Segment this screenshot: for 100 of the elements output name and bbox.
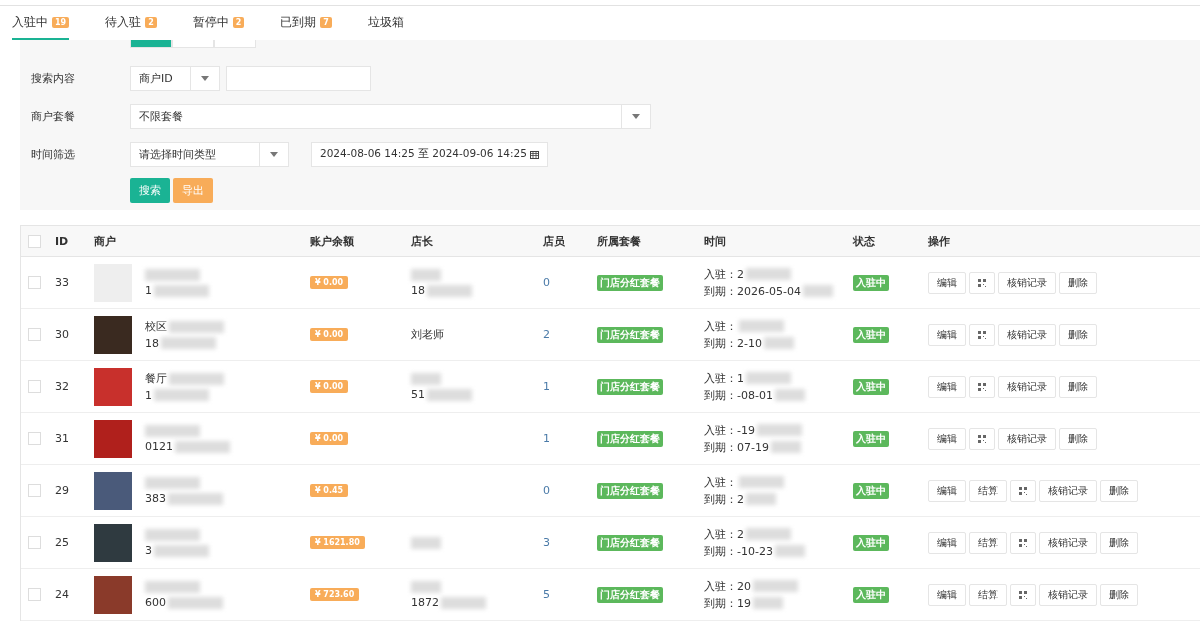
row-action-button[interactable]: 编辑 — [928, 375, 966, 398]
table-cell-text: 30 — [55, 328, 70, 341]
row-action-button[interactable]: 编辑 — [928, 531, 966, 554]
blurred-text — [763, 337, 794, 349]
blurred-text — [746, 528, 791, 540]
row-action-button[interactable]: 删除 — [1100, 531, 1138, 554]
row-action-button[interactable]: 核销记录 — [998, 375, 1056, 398]
balance-badge: ¥ 0.45 — [310, 484, 349, 497]
row-action-button[interactable]: 删除 — [1100, 583, 1138, 606]
staff-count[interactable]: 2 — [543, 328, 597, 341]
row-action-button[interactable]: 编辑 — [928, 479, 966, 502]
package-select[interactable]: 不限套餐 — [130, 103, 651, 129]
qr-code-button[interactable] — [1010, 531, 1036, 554]
blurred-text — [145, 476, 200, 489]
row-action-button[interactable]: 核销记录 — [1039, 583, 1097, 606]
date-range-field[interactable]: 2024-08-06 14:25 至 2024-09-06 14:25 — [311, 141, 548, 167]
row-checkbox[interactable] — [28, 484, 41, 497]
status-badge: 入驻中 — [853, 482, 889, 499]
staff-count[interactable]: 3 — [543, 536, 597, 549]
row-action-button[interactable]: 结算 — [969, 479, 1007, 502]
row-action-button[interactable]: 编辑 — [928, 323, 966, 346]
status-tab[interactable]: 已到期 7 — [280, 6, 332, 40]
status-tab[interactable]: 暂停中 2 — [192, 6, 245, 40]
photo-placeholder — [94, 523, 132, 562]
manager-name: 刘老师 — [411, 327, 445, 342]
status-badge: 入驻中 — [853, 586, 889, 603]
blurred-text — [746, 268, 791, 280]
staff-count[interactable]: 1 — [543, 380, 597, 393]
qr-code-button[interactable] — [969, 323, 995, 346]
search-field[interactable] — [226, 65, 371, 91]
row-action-button[interactable]: 编辑 — [928, 427, 966, 450]
row-checkbox[interactable] — [28, 536, 41, 549]
status-badge: 入驻中 — [853, 430, 889, 447]
package-badge: 门店分红套餐 — [597, 274, 663, 291]
package-badge: 门店分红套餐 — [597, 430, 663, 447]
manager-phone: 51 — [411, 388, 425, 401]
join-date: 入驻：-19 — [704, 422, 755, 438]
column-header: 店员 — [543, 233, 566, 249]
qr-code-icon — [978, 434, 986, 443]
staff-count[interactable]: 5 — [543, 588, 597, 601]
staff-count[interactable]: 1 — [543, 432, 597, 445]
qr-code-button[interactable] — [969, 271, 995, 294]
blurred-text — [411, 372, 441, 385]
staff-count[interactable]: 0 — [543, 276, 597, 289]
column-header: ID — [55, 234, 70, 248]
row-action-button[interactable]: 删除 — [1059, 323, 1097, 346]
blurred-text — [411, 580, 441, 593]
caret-icon — [201, 75, 209, 81]
blurred-text — [168, 596, 223, 609]
merchant-phone: 1 — [145, 388, 152, 402]
row-action-button[interactable]: 编辑 — [928, 271, 966, 294]
row-action-button[interactable]: 结算 — [969, 531, 1007, 554]
manager-phone: 18 — [411, 284, 425, 297]
balance-badge: ¥ 0.00 — [310, 276, 349, 289]
blurred-text — [739, 320, 784, 332]
blurred-text — [746, 493, 776, 505]
row-action-button[interactable]: 结算 — [969, 583, 1007, 606]
blurred-text — [161, 337, 216, 349]
row-checkbox[interactable] — [28, 380, 41, 393]
search-type-select[interactable]: 商户ID — [130, 65, 220, 91]
expire-date: 到期：2 — [704, 491, 744, 507]
blurred-text — [774, 545, 805, 557]
column-header: 账户余额 — [310, 233, 355, 249]
qr-code-button[interactable] — [969, 375, 995, 398]
status-tab[interactable]: 垃圾箱 — [367, 6, 404, 40]
package-badge: 门店分红套餐 — [597, 534, 663, 551]
blurred-text — [169, 372, 224, 385]
row-checkbox[interactable] — [28, 588, 41, 601]
blurred-text — [145, 528, 200, 541]
row-action-button[interactable]: 核销记录 — [998, 323, 1056, 346]
qr-code-button[interactable] — [1010, 583, 1036, 606]
field-label: 搜索内容 — [30, 70, 76, 86]
qr-code-button[interactable] — [1010, 479, 1036, 502]
qr-code-button[interactable] — [969, 427, 995, 450]
photo-placeholder — [94, 367, 132, 406]
time-type-select[interactable]: 请选择时间类型 — [130, 141, 289, 167]
row-action-button[interactable]: 删除 — [1059, 271, 1097, 294]
blurred-text — [774, 389, 805, 401]
balance-badge: ¥ 723.60 — [310, 588, 360, 601]
row-action-button[interactable]: 核销记录 — [1039, 479, 1097, 502]
balance-badge: ¥ 0.00 — [310, 432, 349, 445]
row-action-button[interactable]: 编辑 — [928, 583, 966, 606]
merchant-name: 餐厅 — [145, 371, 167, 386]
select-all-checkbox[interactable] — [28, 234, 41, 248]
caret-icon — [270, 151, 278, 157]
calendar-icon — [529, 149, 539, 159]
column-header: 商户 — [94, 233, 117, 249]
row-checkbox[interactable] — [28, 328, 41, 341]
row-action-button[interactable]: 核销记录 — [998, 427, 1056, 450]
qr-code-icon — [1019, 486, 1027, 495]
row-action-button[interactable]: 删除 — [1059, 375, 1097, 398]
row-action-button[interactable]: 删除 — [1059, 427, 1097, 450]
row-action-button[interactable]: 删除 — [1100, 479, 1138, 502]
row-action-button[interactable]: 核销记录 — [1039, 531, 1097, 554]
row-checkbox[interactable] — [28, 432, 41, 445]
staff-count[interactable]: 0 — [543, 484, 597, 497]
status-tab[interactable]: 待入驻 2 — [105, 6, 157, 40]
row-action-button[interactable]: 核销记录 — [998, 271, 1056, 294]
table-cell-text: 24 — [55, 588, 70, 601]
row-checkbox[interactable] — [28, 276, 41, 289]
